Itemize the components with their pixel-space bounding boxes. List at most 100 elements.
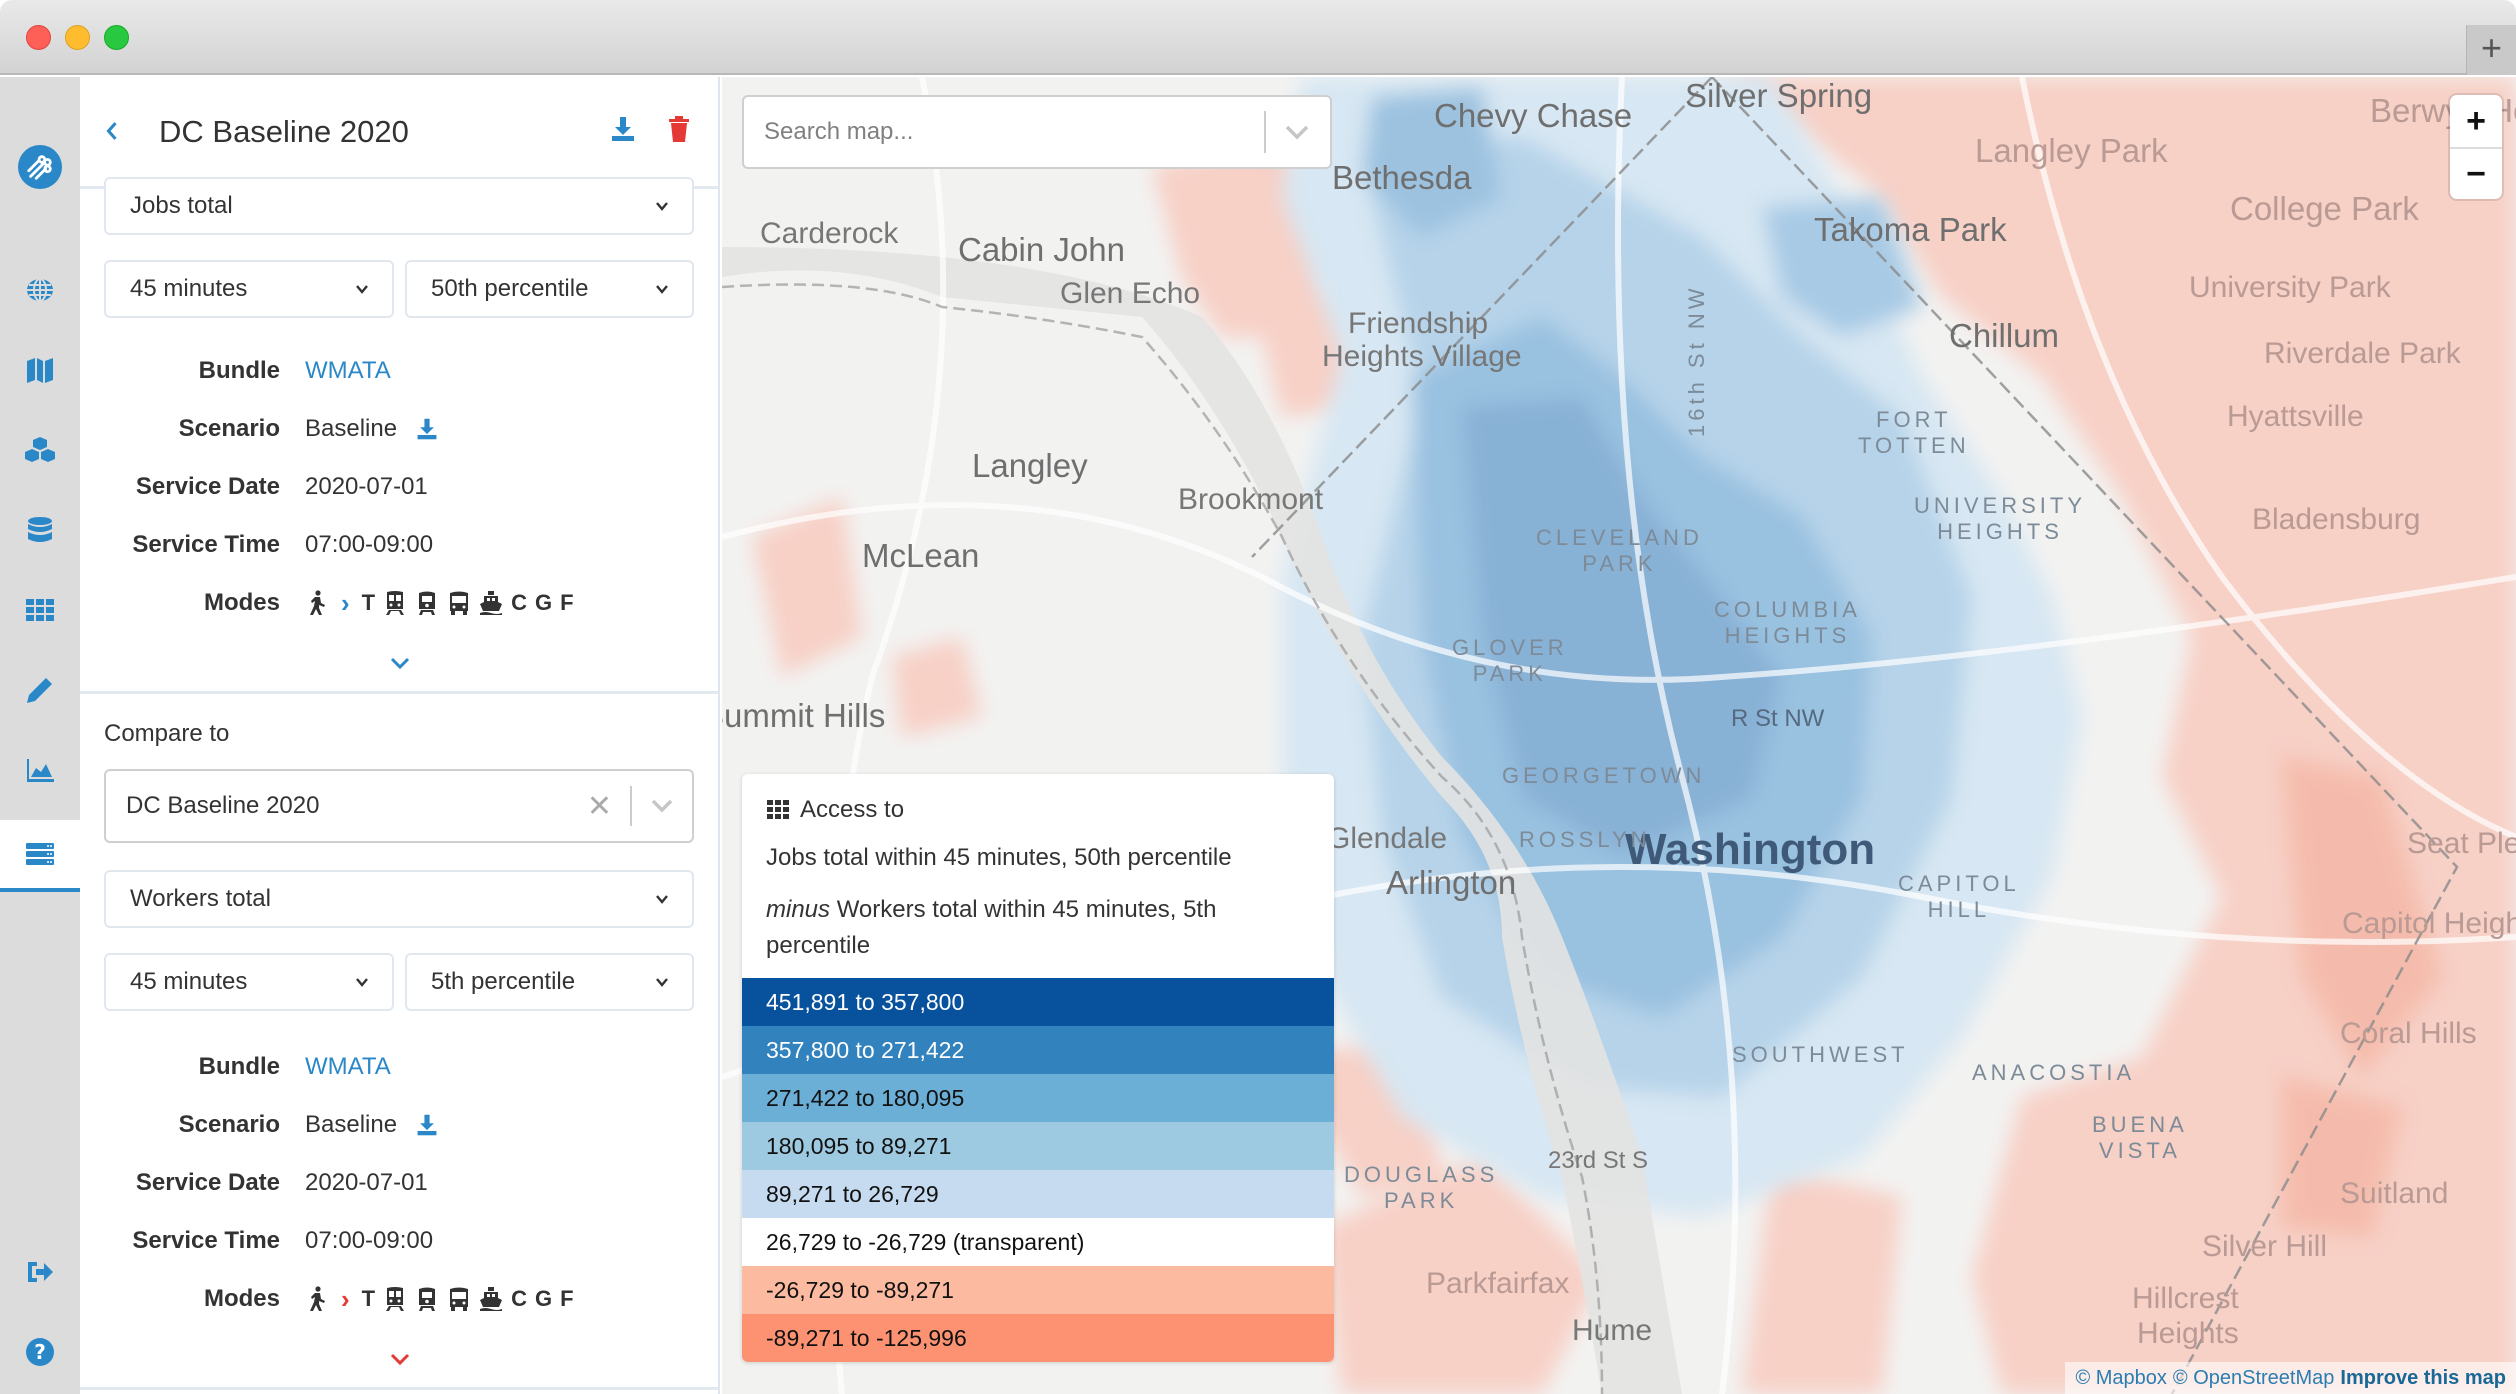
chevron-down-icon[interactable] [1284,123,1310,141]
page-title: DC Baseline 2020 [159,113,409,149]
mode-tram: T [361,590,376,615]
map-label: 16th St NW [1684,284,1709,437]
chevron-right-icon: › [341,1283,350,1314]
map-canvas[interactable]: Chevy Chase Silver Spring Berwyn Heights… [722,77,2516,1394]
chevron-right-icon: › [341,587,350,618]
compare-opportunity-select[interactable]: Workers total [104,870,694,928]
compare-percentile-select[interactable]: 5th percentile [405,953,694,1011]
map-label: Glen Echo [1060,277,1201,310]
compare-project-select[interactable]: DC Baseline 2020 ✕ [104,769,694,843]
legend-primary-desc: Jobs total within 45 minutes, 50th perce… [766,844,1232,871]
map-label: Coral Hills [2340,1017,2477,1050]
nav-modifications[interactable] [0,420,80,480]
zoom-in-button[interactable]: + [2450,95,2502,147]
nav-regional-analysis[interactable] [0,820,80,892]
neighborhood-label: COLUMBIA HEIGHTS [1714,597,1861,648]
grid-icon [26,599,54,621]
mode-cable-car: C [511,590,528,615]
map-label: Cabin John [958,231,1125,268]
map-label: Friendship [1348,307,1489,340]
legend-bins: 451,891 to 357,800 357,800 to 271,422 271,… [742,978,1334,1362]
compare-detail-bundle: Bundle WMATA [198,1053,391,1081]
chevron-down-icon [656,202,668,211]
improve-map-link[interactable]: Improve this map [2340,1367,2506,1390]
delete-button[interactable] [637,115,693,148]
new-tab-button[interactable]: + [2466,25,2516,75]
expand-compare-button[interactable] [80,1351,718,1372]
maximize-window-button[interactable] [104,25,129,50]
download-button[interactable] [581,115,637,148]
detail-modes: Modes › T C G F [203,587,574,618]
sign-out-icon [28,1262,53,1282]
neighborhood-label: ANACOSTIA [1972,1060,2136,1085]
map-label: Takoma Park [1814,211,2007,248]
download-scenario-icon[interactable] [415,1113,439,1137]
neighborhood-label: CAPITOL HILL [1898,871,2020,922]
compare-bundle-link[interactable]: WMATA [305,1053,391,1081]
neighborhood-label: SOUTHWEST [1732,1042,1909,1067]
nav-data[interactable] [0,500,80,560]
download-icon [612,117,634,141]
neighborhood-label: GEORGETOWN [1502,763,1706,788]
mapbox-link[interactable]: © Mapbox [2075,1367,2166,1390]
cutoff-select[interactable]: 45 minutes [104,260,394,318]
neighborhood-label: CLEVELAND PARK [1536,525,1703,576]
map-label-washington: Washington [1625,825,1876,874]
map-label: Silver Spring [1685,77,1873,114]
map-label: 23rd St S [1548,1147,1649,1174]
neighborhood-label: GLOVER PARK [1452,635,1568,686]
section-divider [80,1387,718,1390]
compare-cutoff-select[interactable]: 45 minutes [104,953,394,1011]
scenario-value: Baseline [305,415,398,442]
detail-scenario: Scenario Baseline [80,409,718,449]
opportunity-select[interactable]: Jobs total [104,177,694,235]
search-input[interactable] [764,118,1246,146]
nav-rail: ? [0,77,80,1394]
chevron-down-icon [656,978,668,987]
nav-map[interactable] [0,340,80,400]
svg-text:?: ? [34,1340,46,1364]
legend-title: Access to [800,796,905,823]
nav-grids[interactable] [0,580,80,640]
map-label: Hyattsville [2227,400,2364,433]
map-label: Bethesda [1332,159,1472,196]
chevron-down-icon[interactable] [650,797,674,815]
map-search[interactable] [742,95,1332,169]
database-icon [28,517,52,542]
expand-primary-button[interactable] [80,655,718,676]
map-label: Brookmont [1178,483,1324,516]
window-titlebar: + [0,0,2516,75]
map-label: College Park [2230,190,2419,227]
nav-regions[interactable] [0,260,80,320]
map-label: McLean [862,537,980,574]
zoom-out-button[interactable]: − [2450,147,2502,199]
panel-header: DC Baseline 2020 [80,77,718,189]
nav-charts[interactable] [0,740,80,800]
nav-logout[interactable] [0,1242,80,1302]
nav-help[interactable]: ? [0,1322,80,1382]
detail-service-date: Service Date 2020-07-01 [135,473,428,500]
chevron-down-icon [390,1353,410,1366]
clear-compare-button[interactable]: ✕ [587,789,612,824]
nav-edit[interactable] [0,660,80,720]
neighborhood-label: ROSSLYN [1519,827,1651,852]
map-label: Heights Village [1322,340,1522,373]
minimize-window-button[interactable] [65,25,90,50]
grid-icon [767,800,789,819]
map-label: Bladensburg [2252,503,2421,536]
select-separator [630,786,632,826]
download-scenario-icon[interactable] [415,417,439,441]
back-button[interactable] [105,112,159,151]
chevron-down-icon [656,285,668,294]
map-label: Suitland [2340,1177,2449,1210]
nav-logo[interactable] [0,132,80,202]
compare-modes-list: › T C G F [305,1284,574,1315]
legend-bin: 89,271 to 26,729 [742,1170,1334,1218]
bundle-link[interactable]: WMATA [305,357,391,385]
osm-link[interactable]: © OpenStreetMap [2173,1367,2334,1390]
close-window-button[interactable] [26,25,51,50]
legend-bin: 180,095 to 89,271 [742,1122,1334,1170]
percentile-select[interactable]: 50th percentile [405,260,694,318]
analysis-panel: DC Baseline 2020 Jobs total 45 minutes 5… [80,77,720,1394]
ferry-icon [480,591,503,615]
